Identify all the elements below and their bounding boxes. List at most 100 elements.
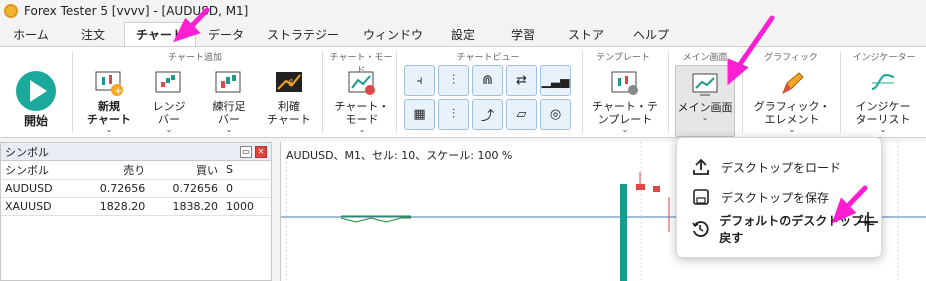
magnet-button[interactable]: ⋒ xyxy=(472,65,503,96)
spread-cell: 0 xyxy=(222,179,271,198)
upload-icon xyxy=(691,157,711,177)
table-header-row: シンボル 売り 買い S xyxy=(1,161,271,180)
ribbon: 開始 チャート追加 + 新規 チャート ⌄ レンジ バー ⌄ 練行足 バー ⌄ … xyxy=(0,46,926,138)
web-button[interactable]: ◎ xyxy=(540,99,571,130)
new-chart-button[interactable]: + 新規 チャート ⌄ xyxy=(86,69,132,134)
group-label-main-screen: メイン画面 xyxy=(682,53,728,63)
group-label-template: テンプレート xyxy=(596,53,650,63)
line-break-bar-button[interactable]: 練行足 バー ⌄ xyxy=(206,69,252,134)
menu-store[interactable]: ストア xyxy=(556,22,616,46)
pencil-icon xyxy=(777,69,807,97)
save-desktop-label: デスクトップを保存 xyxy=(721,190,830,205)
menu-home[interactable]: ホーム xyxy=(0,22,62,46)
chevron-down-icon: ⌄ xyxy=(621,125,629,134)
table-row[interactable]: XAUUSD 1828.20 1838.20 1000 xyxy=(1,197,271,216)
save-desktop-item[interactable]: デスクトップを保存 xyxy=(677,182,883,212)
menu-settings[interactable]: 設定 xyxy=(436,22,490,46)
start-button[interactable]: 開始 xyxy=(8,69,64,128)
symbol-panel-title: シンボル xyxy=(5,145,49,159)
indicator-icon xyxy=(868,69,898,97)
chart-template-button[interactable]: チャート・テ ンプレート ⌄ xyxy=(590,69,660,134)
load-desktop-item[interactable]: デスクトップをロード xyxy=(677,152,883,182)
divider xyxy=(742,51,743,133)
symbol-panel-header: シンボル ▭ ✕ xyxy=(1,143,271,161)
menu-help[interactable]: ヘルプ xyxy=(616,22,686,46)
column-header-buy[interactable]: 買い xyxy=(149,161,223,180)
menu-learning[interactable]: 学習 xyxy=(490,22,556,46)
menu-data[interactable]: データ xyxy=(196,22,256,46)
candlestick-icon: ⫶ xyxy=(451,73,456,88)
close-icon[interactable]: ✕ xyxy=(255,145,267,158)
main-screen-icon xyxy=(690,70,720,98)
symbol-cell: XAUUSD xyxy=(1,197,77,216)
new-chart-label-1: 新規 xyxy=(98,100,120,113)
graphic-element-button[interactable]: グラフィック・ エレメント ⌄ xyxy=(752,69,832,134)
chevron-down-icon: ⌄ xyxy=(701,113,709,122)
divider xyxy=(840,51,841,133)
start-label: 開始 xyxy=(23,114,48,128)
magnet-icon: ⋒ xyxy=(482,73,493,88)
document-icon: ▱ xyxy=(516,107,527,122)
document-button[interactable]: ▱ xyxy=(506,99,537,130)
main-screen-button[interactable]: メイン画面 ⌄ xyxy=(675,65,735,137)
sell-cell: 0.72656 xyxy=(76,179,150,198)
line-break-label-1: 練行足 xyxy=(212,100,246,113)
menu-bar: ホーム 注文 チャート データ ストラテジー ウィンドウ 設定 学習 ストア ヘ… xyxy=(0,22,926,46)
new-chart-icon: + xyxy=(94,69,124,97)
chevron-down-icon: ⌄ xyxy=(788,125,796,134)
divider xyxy=(582,51,583,133)
column-header-sell[interactable]: 売り xyxy=(76,161,150,180)
divider xyxy=(72,51,73,133)
view-bar-chart-button[interactable]: ⫞ xyxy=(404,65,435,96)
column-header-spread[interactable]: S xyxy=(222,161,271,180)
renko-bar-button[interactable]: レンジ バー ⌄ xyxy=(146,69,192,134)
profit-chart-button[interactable]: $ 利確 チャート xyxy=(266,69,312,126)
line-chart-icon: ⤴ xyxy=(480,109,494,124)
indicator-list-button[interactable]: インジケー ターリスト ⌄ xyxy=(848,69,918,134)
menu-strategy[interactable]: ストラテジー xyxy=(256,22,350,46)
chart-template-label-1: チャート・テ xyxy=(592,100,658,113)
profit-chart-icon: $ xyxy=(274,69,304,97)
chevron-down-icon: ⌄ xyxy=(105,125,113,134)
renko-icon xyxy=(154,69,184,97)
chart-template-icon xyxy=(610,69,640,97)
chevron-down-icon: ⌄ xyxy=(165,125,173,134)
group-label-add-chart: チャート追加 xyxy=(168,53,222,63)
column-header-symbol[interactable]: シンボル xyxy=(1,161,77,180)
profit-chart-label-1: 利確 xyxy=(278,100,300,113)
chart-mode-button[interactable]: チャート・ モード ⌄ xyxy=(334,69,390,134)
symbol-cell: AUDUSD xyxy=(1,179,77,198)
chart-mode-label-1: チャート・ xyxy=(334,100,390,113)
line-chart-button[interactable]: ⤴ xyxy=(472,99,503,130)
menu-window[interactable]: ウィンドウ xyxy=(350,22,436,46)
grid-button[interactable]: ▦ xyxy=(404,99,435,130)
app-logo-icon xyxy=(4,4,18,18)
shift-chart-button[interactable]: ⇄ xyxy=(506,65,537,96)
group-label-graphic: グラフィック xyxy=(764,53,818,63)
divider xyxy=(396,51,397,133)
restore-icon[interactable]: ▭ xyxy=(240,145,252,158)
play-icon xyxy=(16,71,56,111)
table-row[interactable]: AUDUSD 0.72656 0.72656 0 xyxy=(1,179,271,198)
spread-cell: 1000 xyxy=(222,197,271,216)
svg-text:$: $ xyxy=(288,78,294,89)
history-icon xyxy=(691,219,709,239)
candles-button[interactable]: ⫶ xyxy=(438,99,469,130)
shift-arrows-icon: ⇄ xyxy=(516,73,527,88)
menu-chart[interactable]: チャート xyxy=(124,22,196,46)
chart-mode-icon xyxy=(347,69,377,97)
svg-text:+: + xyxy=(114,86,122,97)
view-candle-button[interactable]: ⫶ xyxy=(438,65,469,96)
candles-icon: ⫶ xyxy=(451,107,456,122)
restore-default-desktop-item[interactable]: デフォルトのデスクトップに戻す xyxy=(677,214,883,245)
buy-cell: 1838.20 xyxy=(149,197,223,216)
window-title: Forex Tester 5 [vvvv] - [AUDUSD, M1] xyxy=(24,4,249,18)
chevron-down-icon: ⌄ xyxy=(879,125,887,134)
menu-order[interactable]: 注文 xyxy=(62,22,124,46)
chart-info-label: AUDUSD、M1、セル: 10、スケール: 100 % xyxy=(286,149,513,162)
volume-icon: ▁▃▅ xyxy=(541,73,570,88)
volume-button[interactable]: ▁▃▅ xyxy=(540,65,571,96)
restore-default-desktop-label: デフォルトのデスクトップに戻す xyxy=(719,214,876,245)
save-icon xyxy=(691,187,711,207)
title-bar: Forex Tester 5 [vvvv] - [AUDUSD, M1] xyxy=(0,0,926,22)
